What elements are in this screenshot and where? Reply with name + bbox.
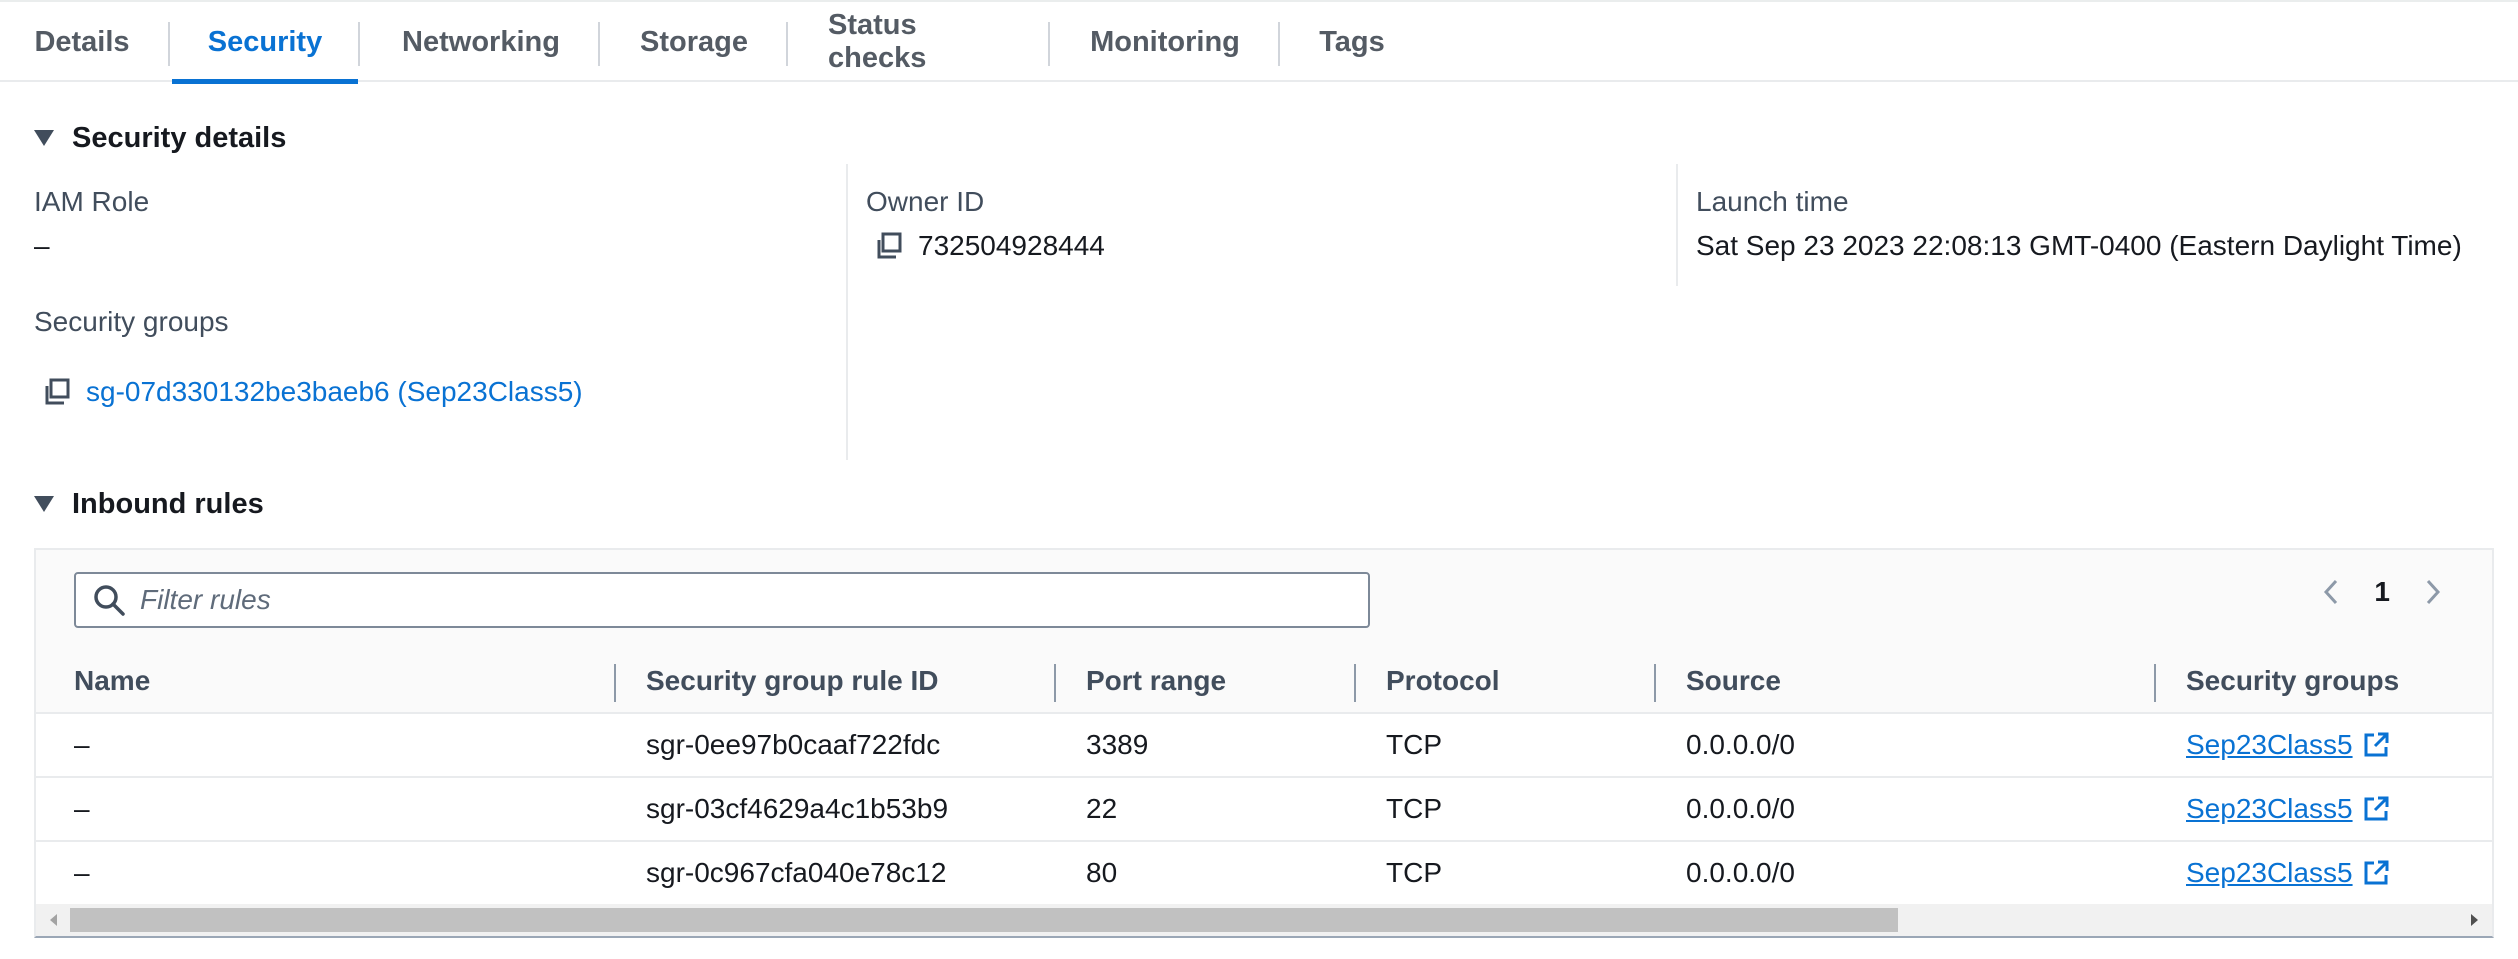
table-header: Name Security group rule ID Port range P… bbox=[36, 650, 2492, 714]
column-header-security-groups[interactable]: Security groups bbox=[2186, 650, 2399, 712]
launch-time-value: Sat Sep 23 2023 22:08:13 GMT-0400 (Easte… bbox=[1696, 230, 2462, 261]
security-group-item: sg-07d330132be3baeb6 (Sep23Class5) bbox=[42, 376, 583, 408]
caret-down-icon bbox=[34, 496, 54, 512]
cell-port-range: 3389 bbox=[1086, 729, 1149, 760]
scrollbar-thumb[interactable] bbox=[70, 908, 1898, 932]
column-divider bbox=[846, 164, 848, 460]
cell-port-range: 22 bbox=[1086, 793, 1118, 824]
security-details-title: Security details bbox=[72, 121, 287, 154]
cell-source: 0.0.0.0/0 bbox=[1686, 857, 1795, 888]
cell-protocol: TCP bbox=[1386, 857, 1442, 888]
tab-monitoring[interactable]: Monitoring bbox=[1090, 2, 1240, 82]
security-group-link-text[interactable]: Sep23Class5 bbox=[2186, 793, 2353, 825]
cell-source: 0.0.0.0/0 bbox=[1686, 793, 1795, 824]
tab-tags[interactable]: Tags bbox=[1319, 2, 1385, 82]
table-toolbar: 1 bbox=[36, 550, 2492, 650]
cell-rule-id: sgr-0ee97b0caaf722fdc bbox=[646, 729, 941, 760]
cell-port-range: 80 bbox=[1086, 857, 1118, 888]
security-group-link-text[interactable]: Sep23Class5 bbox=[2186, 729, 2353, 761]
launch-time-label: Launch time bbox=[1696, 186, 1849, 217]
column-header-source[interactable]: Source bbox=[1686, 650, 1781, 712]
security-group-link[interactable]: Sep23Class5 bbox=[2186, 778, 2391, 840]
tab-details[interactable]: Details bbox=[34, 2, 130, 82]
scroll-left-icon[interactable] bbox=[44, 910, 64, 930]
security-groups-label: Security groups bbox=[34, 306, 229, 337]
security-group-link[interactable]: sg-07d330132be3baeb6 (Sep23Class5) bbox=[86, 376, 583, 408]
filter-rules-field[interactable] bbox=[74, 572, 1370, 628]
chevron-left-icon[interactable] bbox=[2318, 578, 2346, 606]
cell-name: – bbox=[74, 729, 90, 760]
cell-source: 0.0.0.0/0 bbox=[1686, 729, 1795, 760]
tab-status-checks[interactable]: Status checks bbox=[828, 2, 1008, 82]
column-header-rule-id[interactable]: Security group rule ID bbox=[646, 650, 939, 712]
table-row: – sgr-0c967cfa040e78c12 80 TCP 0.0.0.0/0… bbox=[36, 842, 2492, 906]
security-group-link[interactable]: Sep23Class5 bbox=[2186, 842, 2391, 904]
cell-rule-id: sgr-03cf4629a4c1b53b9 bbox=[646, 793, 949, 824]
security-group-link[interactable]: Sep23Class5 bbox=[2186, 714, 2391, 776]
column-resizer[interactable] bbox=[614, 664, 616, 702]
column-resizer[interactable] bbox=[2154, 664, 2156, 702]
tab-security[interactable]: Security bbox=[172, 2, 358, 84]
security-group-link-text[interactable]: Sep23Class5 bbox=[2186, 857, 2353, 889]
external-link-icon[interactable] bbox=[2361, 858, 2391, 888]
caret-down-icon bbox=[34, 130, 54, 146]
tab-separator bbox=[358, 22, 360, 66]
cell-name: – bbox=[74, 857, 90, 888]
column-header-name[interactable]: Name bbox=[74, 650, 150, 712]
security-details-toggle[interactable]: Security details bbox=[34, 118, 286, 158]
owner-id-value-row: 732504928444 bbox=[874, 230, 1105, 262]
column-header-protocol[interactable]: Protocol bbox=[1386, 650, 1500, 712]
tab-separator bbox=[168, 22, 170, 66]
filter-rules-input[interactable] bbox=[138, 583, 1338, 617]
table-row: – sgr-0ee97b0caaf722fdc 3389 TCP 0.0.0.0… bbox=[36, 714, 2492, 778]
copy-icon[interactable] bbox=[42, 377, 72, 407]
tab-storage[interactable]: Storage bbox=[640, 2, 748, 82]
cell-rule-id: sgr-0c967cfa040e78c12 bbox=[646, 857, 947, 888]
column-resizer[interactable] bbox=[1654, 664, 1656, 702]
horizontal-scrollbar[interactable] bbox=[36, 904, 2492, 936]
tab-bar: Details Security Networking Storage Stat… bbox=[0, 0, 2518, 84]
cell-protocol: TCP bbox=[1386, 729, 1442, 760]
tab-separator bbox=[786, 22, 788, 66]
tab-networking[interactable]: Networking bbox=[400, 2, 562, 82]
tab-separator bbox=[598, 22, 600, 66]
column-resizer[interactable] bbox=[1054, 664, 1056, 702]
chevron-right-icon[interactable] bbox=[2418, 578, 2446, 606]
iam-role-value: – bbox=[34, 230, 50, 261]
column-header-port-range[interactable]: Port range bbox=[1086, 650, 1226, 712]
column-divider bbox=[1676, 164, 1678, 286]
inbound-rules-title: Inbound rules bbox=[72, 487, 264, 520]
page-number[interactable]: 1 bbox=[2374, 576, 2390, 608]
table-row: – sgr-03cf4629a4c1b53b9 22 TCP 0.0.0.0/0… bbox=[36, 778, 2492, 842]
owner-id-label: Owner ID bbox=[866, 186, 985, 217]
scroll-right-icon[interactable] bbox=[2464, 910, 2484, 930]
tab-separator bbox=[1048, 22, 1050, 66]
tab-separator bbox=[1278, 22, 1280, 66]
iam-role-label: IAM Role bbox=[34, 186, 150, 217]
cell-name: – bbox=[74, 793, 90, 824]
inbound-rules-toggle[interactable]: Inbound rules bbox=[34, 484, 264, 524]
search-icon bbox=[94, 585, 125, 616]
column-resizer[interactable] bbox=[1354, 664, 1356, 702]
external-link-icon[interactable] bbox=[2361, 730, 2391, 760]
inbound-rules-table: 1 Name Security group rule ID Port range… bbox=[34, 548, 2494, 938]
owner-id-value: 732504928444 bbox=[918, 230, 1105, 261]
external-link-icon[interactable] bbox=[2361, 794, 2391, 824]
copy-icon[interactable] bbox=[874, 231, 904, 261]
pagination: 1 bbox=[2318, 576, 2446, 608]
cell-protocol: TCP bbox=[1386, 793, 1442, 824]
